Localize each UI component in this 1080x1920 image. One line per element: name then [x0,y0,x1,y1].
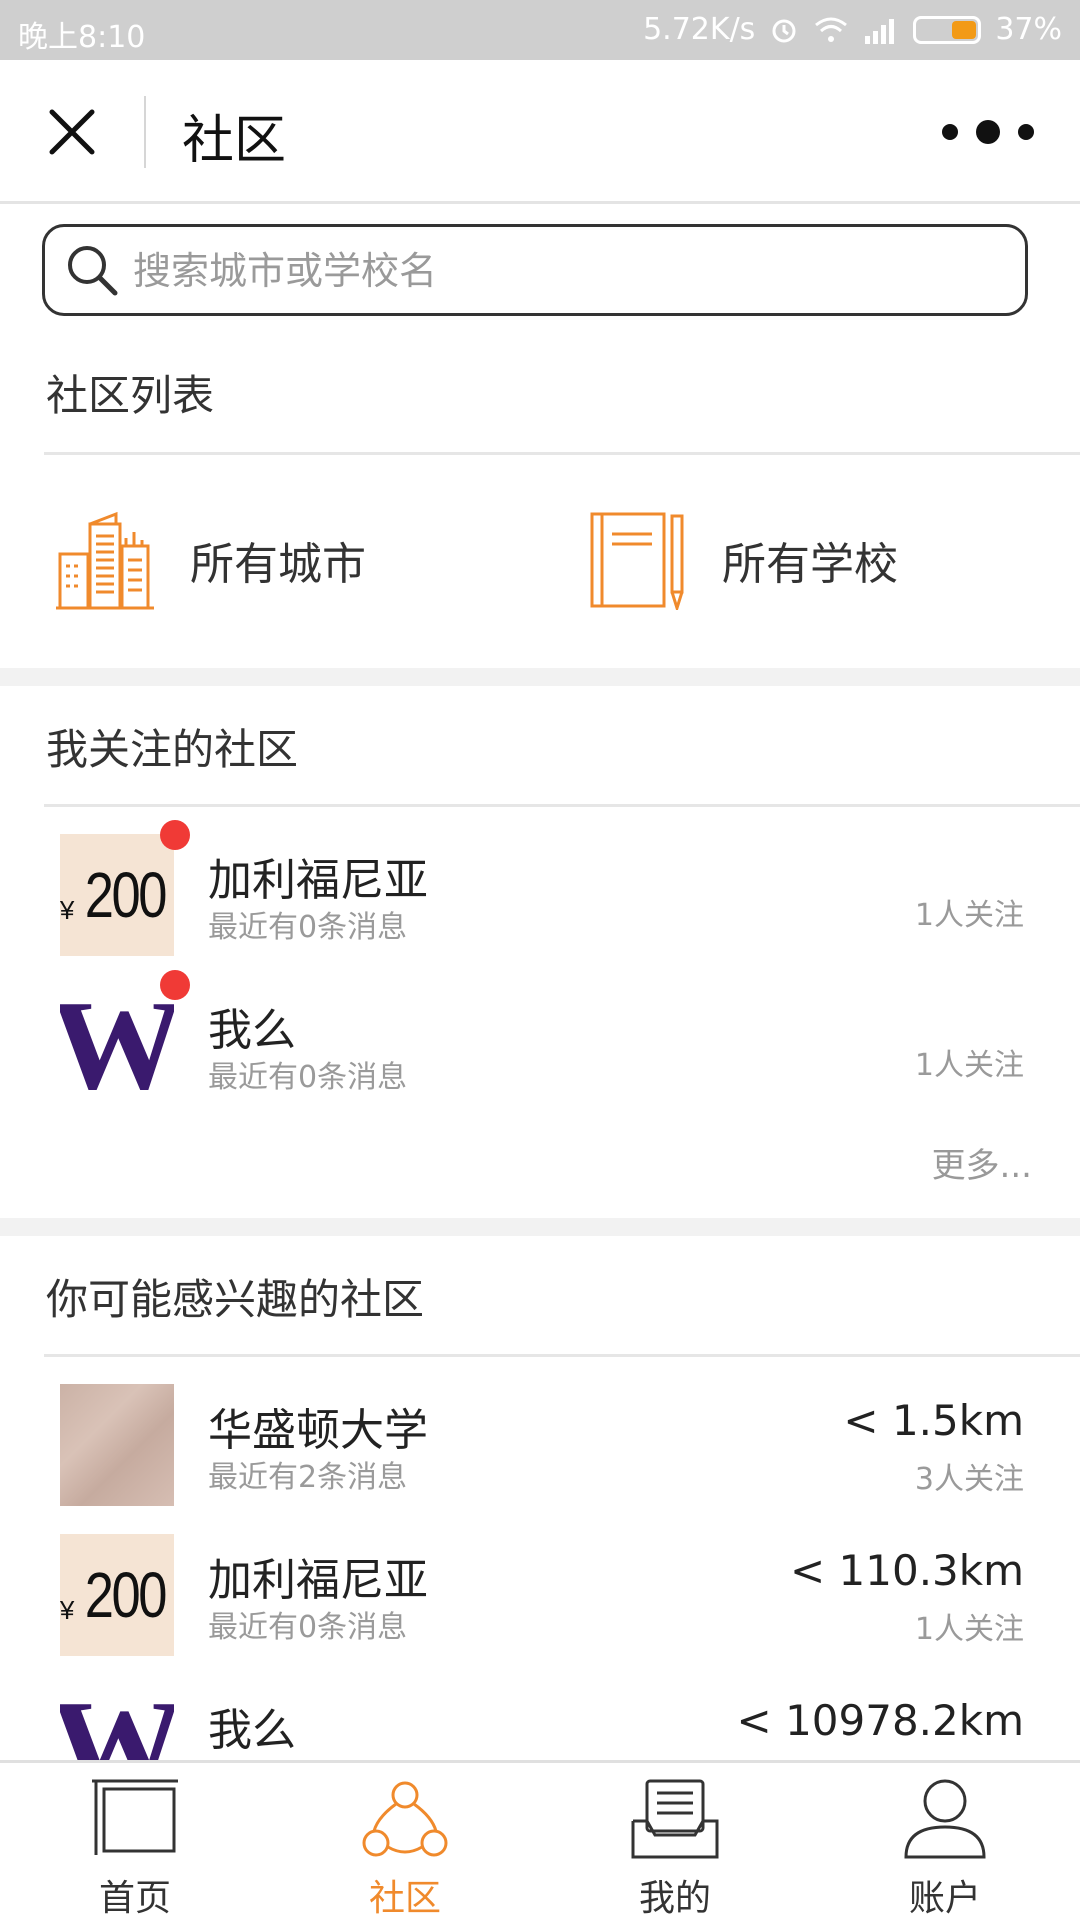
community-name: 加利福尼亚 [208,1555,428,1606]
search-box[interactable] [42,224,1028,316]
tab-account[interactable]: 账户 [810,1763,1080,1920]
followed-community-row[interactable]: ¥200 加利福尼亚 最近有0条消息 1人关注 [0,820,1080,958]
all-cities-label: 所有城市 [190,539,366,590]
signal-icon [865,18,895,44]
status-bar: 晚上8:10 5.72K/s 37% [0,0,1080,60]
followed-section-title: 我关注的社区 [46,725,299,774]
community-name: 加利福尼亚 [208,855,428,906]
divider [44,804,1080,807]
all-schools-button[interactable]: 所有学校 [588,510,898,610]
tab-account-label: 账户 [908,1878,981,1919]
follower-count: 1人关注 [914,1048,1024,1083]
all-cities-button[interactable]: 所有城市 [56,510,366,610]
follower-count: 1人关注 [914,898,1024,933]
community-distance: < 1.5km [843,1396,1024,1445]
community-message-count: 最近有0条消息 [208,1060,408,1095]
tab-community-label: 社区 [368,1878,441,1919]
wifi-icon [815,17,848,42]
more-followed-link[interactable]: 更多... [932,1138,1032,1187]
inbox-doc-icon [631,1779,719,1859]
community-icon [362,1781,448,1857]
community-name: 华盛顿大学 [208,1405,428,1456]
divider [44,1354,1080,1357]
community-thumbnail: W [60,984,174,1106]
close-icon[interactable] [44,104,100,160]
community-list-title: 社区列表 [46,371,215,420]
community-thumbnail [60,1384,174,1506]
followed-community-row[interactable]: W 我么 最近有0条消息 1人关注 [0,970,1080,1108]
more-dot-icon [942,124,958,140]
follower-count: 3人关注 [914,1462,1024,1497]
notebook-pen-icon [590,512,684,610]
community-message-count: 最近有0条消息 [208,910,408,945]
all-schools-label: 所有学校 [722,539,898,590]
status-right: 5.72K/s 37% [643,12,1062,47]
user-icon [904,1779,986,1859]
search-icon [68,246,118,296]
community-message-count: 最近有2条消息 [208,1460,408,1495]
tab-mine[interactable]: 我的 [540,1763,810,1920]
tab-mine-label: 我的 [638,1878,711,1919]
community-name: 我么 [208,1705,296,1756]
tab-home[interactable]: 首页 [0,1763,270,1920]
net-speed: 5.72K/s [643,12,756,47]
unread-badge [160,970,190,1000]
interest-section-title: 你可能感兴趣的社区 [46,1275,425,1324]
more-dot-icon [1018,124,1034,140]
more-options-button[interactable] [942,116,1034,148]
battery-percent: 37% [995,12,1062,47]
tab-home-label: 首页 [98,1878,171,1919]
search-input[interactable] [133,243,993,299]
home-frame-icon [92,1779,178,1855]
community-distance: < 10978.2km [736,1696,1024,1745]
battery-icon [913,15,982,44]
unread-badge [160,820,190,850]
alarm-icon [772,19,796,42]
bottom-tab-bar: 首页 社区 我的 账户 [0,1760,1080,1920]
community-message-count: 最近有0条消息 [208,1610,408,1645]
buildings-icon [56,511,154,610]
community-name: 我么 [208,1005,296,1056]
suggested-community-row[interactable]: 华盛顿大学 最近有2条消息 < 1.5km 3人关注 [0,1384,1080,1508]
community-distance: < 110.3km [789,1546,1024,1595]
page-title: 社区 [182,111,287,171]
community-thumbnail: ¥200 [60,834,174,956]
follower-count: 1人关注 [914,1612,1024,1647]
section-gap [0,668,1080,686]
more-dot-icon [976,120,1000,144]
nav-bar: 社区 [0,60,1080,204]
community-thumbnail: ¥200 [60,1534,174,1656]
status-time: 晚上8:10 [18,20,146,55]
tab-community[interactable]: 社区 [270,1763,540,1920]
section-gap [0,1218,1080,1236]
nav-divider [144,96,146,168]
divider [44,452,1080,455]
suggested-community-row[interactable]: ¥200 加利福尼亚 最近有0条消息 < 110.3km 1人关注 [0,1534,1080,1658]
